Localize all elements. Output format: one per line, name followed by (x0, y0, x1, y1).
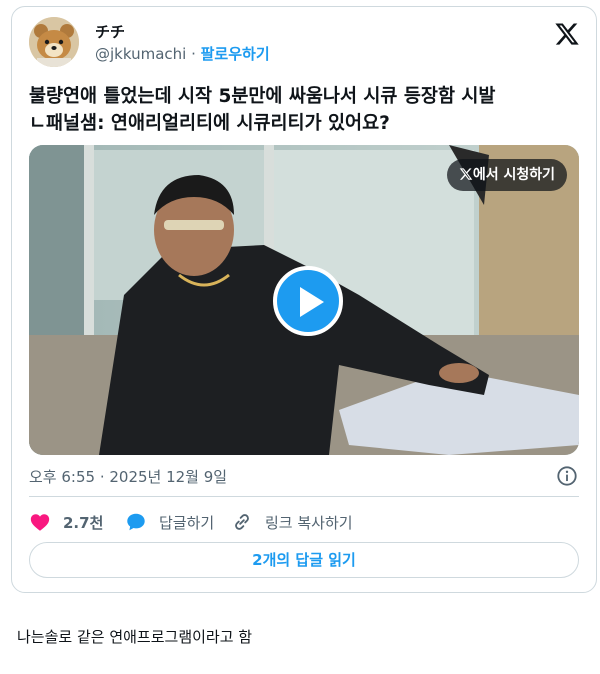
like-count: 2.7천 (63, 513, 104, 532)
play-icon (300, 287, 324, 317)
copy-link-label: 링크 복사하기 (265, 513, 353, 532)
follow-button[interactable]: 팔로우하기 (201, 45, 270, 63)
author-handle[interactable]: @jkkumachi (95, 45, 186, 63)
reply-label: 답글하기 (159, 513, 215, 532)
tweet-text: 불량연애 틀었는데 시작 5분만에 싸움나서 시큐 등장함 시발 ㄴ패널샘: 연… (29, 83, 585, 137)
link-icon (235, 514, 249, 530)
avatar[interactable] (29, 17, 79, 67)
divider (29, 496, 579, 497)
video-player[interactable]: 에서 시청하기 (29, 145, 579, 455)
play-button[interactable] (273, 266, 343, 336)
info-icon[interactable] (556, 465, 578, 487)
embedded-tweet-card: チチ @jkkumachi · 팔로우하기 불량연애 틀었는데 시작 5분만에 … (11, 6, 597, 593)
like-button[interactable]: 2.7천 (29, 507, 103, 537)
x-logo-icon[interactable] (554, 21, 580, 47)
author-display-name[interactable]: チチ (95, 21, 125, 42)
handle-separator: · (186, 45, 201, 63)
watch-on-x-button[interactable]: 에서 시청하기 (446, 159, 567, 191)
copy-link-button[interactable]: 링크 복사하기 (231, 507, 353, 537)
read-replies-button[interactable]: 2개의 답글 읽기 (29, 542, 579, 578)
tweet-text-line: ㄴ패널샘: 연애리얼리티에 시큐리티가 있어요? (29, 113, 390, 134)
post-caption: 나는솔로 같은 연애프로그램이라고 함 (17, 628, 253, 646)
tweet-timestamp[interactable]: 오후 6:55 · 2025년 12월 9일 (29, 466, 227, 487)
reply-button[interactable]: 답글하기 (125, 507, 214, 537)
heart-icon (30, 514, 50, 531)
author-handle-row: @jkkumachi · 팔로우하기 (95, 43, 270, 64)
speech-bubble-icon (127, 513, 145, 531)
x-logo-icon (459, 168, 473, 180)
watch-on-x-label: 에서 시청하기 (472, 167, 555, 183)
tweet-text-line: 불량연애 틀었는데 시작 5분만에 싸움나서 시큐 등장함 시발 (29, 86, 496, 107)
